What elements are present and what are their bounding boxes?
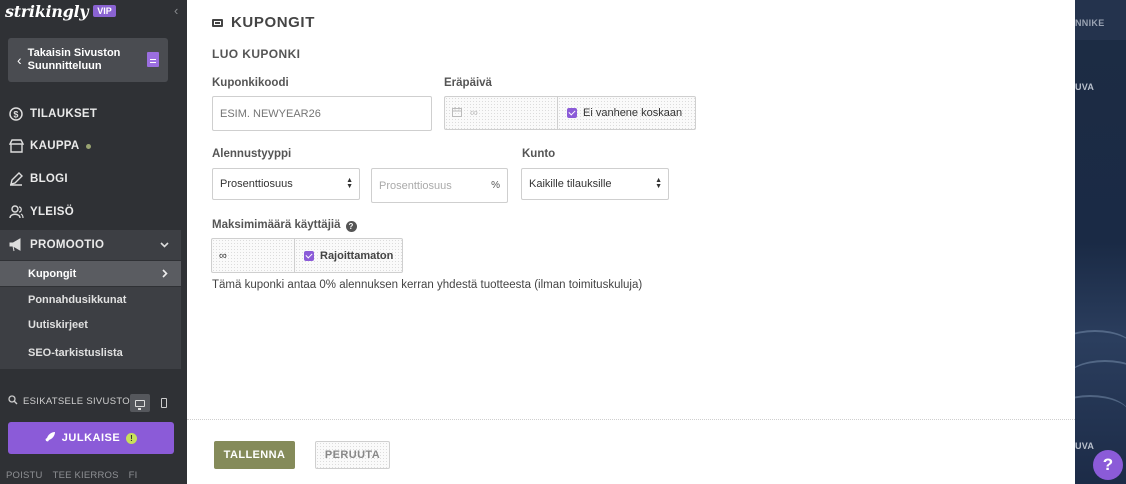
percent-unit: %	[491, 180, 500, 191]
calendar-icon	[452, 106, 462, 120]
cancel-button[interactable]: PERUUTA	[315, 441, 390, 469]
expiry-value: ∞	[470, 107, 478, 119]
preview-label: ESIKATSELE SIVUSTO	[23, 396, 130, 407]
nav-audience[interactable]: YLEISÖ	[0, 197, 181, 227]
sub-newsletters[interactable]: Uutiskirjeet	[0, 312, 181, 337]
sub-newsletters-label: Uutiskirjeet	[28, 318, 88, 331]
coupon-description: Tämä kuponki antaa 0% alennuksen kerran …	[212, 279, 643, 291]
sub-coupons-label: Kupongit	[28, 267, 77, 280]
language-link[interactable]: FI	[129, 470, 138, 481]
nav-promotion-label: PROMOOTIO	[30, 239, 105, 251]
page-title: KUPONGIT	[231, 14, 315, 31]
nav-blog-label: BLOGI	[30, 173, 68, 185]
condition-select[interactable]: Kaikille tilauksille ▲ ▼	[521, 168, 669, 200]
coupon-code-label: Kuponkikoodi	[212, 77, 289, 89]
condition-value: Kaikille tilauksille	[529, 178, 612, 190]
chevron-right-icon	[162, 267, 168, 281]
never-expires-label: Ei vanhene koskaan	[583, 107, 683, 119]
select-arrows-icon: ▲ ▼	[655, 177, 662, 190]
checkbox-checked[interactable]	[567, 108, 577, 118]
preview-label-bottom: UVA	[1075, 441, 1095, 451]
sub-popups[interactable]: Ponnahdusikkunat	[0, 287, 181, 312]
wave-shape	[1075, 360, 1126, 400]
rocket-icon	[45, 431, 56, 445]
site-preview-background: NNIKE UVA UVA	[1075, 0, 1126, 484]
sub-coupons[interactable]: Kupongit	[0, 261, 181, 286]
expiry-date-input[interactable]: ∞	[444, 96, 558, 130]
preview-label-mid: UVA	[1075, 82, 1095, 92]
nav-store[interactable]: KAUPPA	[0, 131, 181, 161]
never-expires-checkbox[interactable]: Ei vanhene koskaan	[557, 96, 696, 130]
chevron-down-icon	[160, 239, 169, 251]
discount-value-input[interactable]: Prosenttiosuus %	[371, 168, 508, 203]
sub-seo-checklist[interactable]: SEO-tarkistuslista	[0, 337, 181, 369]
nav-orders-label: TILAUKSET	[30, 108, 98, 120]
help-button[interactable]: ?	[1093, 450, 1123, 480]
condition-label: Kunto	[522, 148, 556, 160]
publish-button[interactable]: JULKAISE !	[8, 422, 174, 454]
page-icon	[147, 52, 159, 67]
status-dot	[85, 143, 91, 149]
sidebar: strikingly VIP ‹ ‹ Takaisin Sivuston Suu…	[0, 0, 187, 484]
nav-audience-label: YLEISÖ	[30, 206, 74, 218]
divider	[187, 419, 1075, 420]
nav-promotion[interactable]: PROMOOTIO	[0, 230, 181, 260]
exit-link[interactable]: POISTU	[6, 470, 43, 481]
checkbox-checked[interactable]	[304, 250, 314, 261]
unlimited-checkbox[interactable]: Rajoittamaton	[294, 238, 403, 273]
sidebar-footer: POISTU TEE KIERROS FI	[6, 470, 138, 481]
nav-store-label: KAUPPA	[30, 140, 80, 152]
max-uses-label: Maksimimäärä käyttäjiä	[212, 219, 341, 231]
coupon-panel: KUPONGIT LUO KUPONKI Kuponkikoodi Eräpäi…	[187, 0, 1075, 484]
alert-icon: !	[126, 432, 138, 444]
dollar-icon: $	[8, 106, 24, 122]
coupon-code-input[interactable]	[212, 96, 432, 131]
collapse-sidebar-icon[interactable]: ‹	[174, 3, 178, 18]
unlimited-label: Rajoittamaton	[320, 249, 394, 262]
section-title: LUO KUPONKI	[212, 47, 301, 61]
desktop-icon	[135, 399, 145, 410]
store-icon	[8, 138, 24, 154]
pen-icon	[8, 171, 24, 187]
preview-label-top: NNIKE	[1075, 18, 1105, 28]
max-uses-input[interactable]: ∞	[211, 238, 295, 273]
chevron-left-icon: ‹	[17, 52, 22, 68]
megaphone-icon	[8, 237, 24, 253]
nav-orders[interactable]: $ TILAUKSET	[0, 99, 181, 129]
back-button-label: Takaisin Sivuston Suunnitteluun	[27, 47, 121, 72]
save-button[interactable]: TALLENNA	[214, 441, 295, 469]
mobile-icon	[161, 398, 167, 408]
logo[interactable]: strikingly VIP	[5, 1, 116, 21]
discount-type-label: Alennustyyppi	[212, 148, 292, 160]
vip-badge: VIP	[93, 5, 116, 17]
discount-type-value: Prosenttiosuus	[220, 178, 293, 190]
search-icon	[8, 395, 18, 408]
users-icon	[8, 204, 24, 220]
nav-blog[interactable]: BLOGI	[0, 164, 181, 194]
svg-text:$: $	[13, 110, 18, 120]
discount-value-placeholder: Prosenttiosuus	[379, 179, 452, 192]
preview-site[interactable]: ESIKATSELE SIVUSTO	[8, 395, 130, 408]
panel-header: KUPONGIT	[212, 14, 315, 31]
expiry-label: Eräpäivä	[444, 77, 492, 89]
max-uses-label-row: Maksimimäärä käyttäjiä?	[212, 219, 357, 232]
sub-seo-label: SEO-tarkistuslista	[28, 347, 123, 359]
logo-text: strikingly	[5, 1, 89, 21]
publish-label: JULKAISE	[61, 432, 121, 444]
desktop-preview-button[interactable]	[130, 394, 150, 412]
max-uses-value: ∞	[219, 249, 227, 262]
discount-type-select[interactable]: Prosenttiosuus ▲ ▼	[212, 168, 360, 200]
wave-shape	[1075, 395, 1126, 435]
mobile-preview-button[interactable]	[154, 394, 174, 412]
select-arrows-icon: ▲ ▼	[346, 177, 353, 190]
ticket-icon	[212, 18, 223, 27]
sub-popups-label: Ponnahdusikkunat	[28, 293, 127, 306]
back-to-editor-button[interactable]: ‹ Takaisin Sivuston Suunnitteluun	[8, 38, 168, 82]
tour-link[interactable]: TEE KIERROS	[53, 470, 119, 481]
help-question-icon[interactable]: ?	[345, 221, 357, 232]
